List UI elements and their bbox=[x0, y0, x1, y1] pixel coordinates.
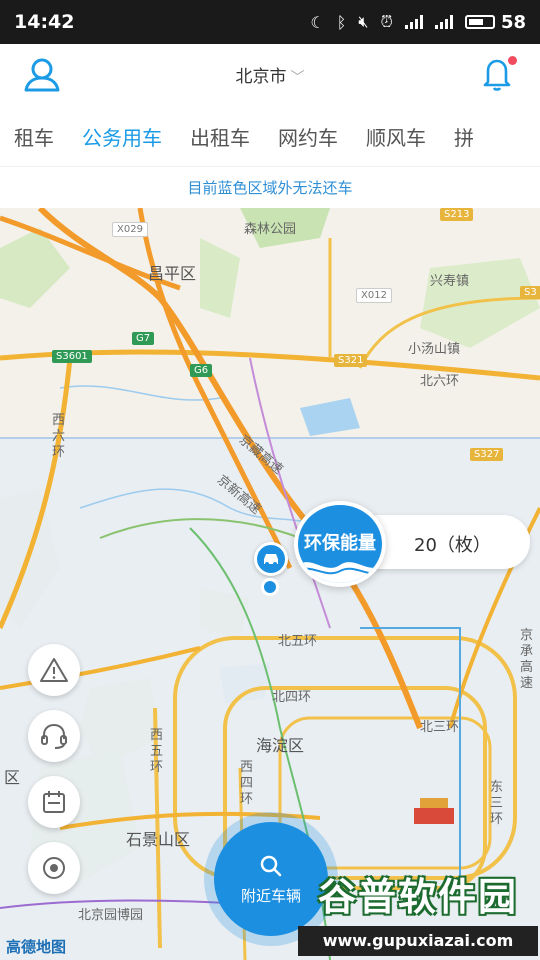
city-selector[interactable]: 北京市 ﹀ bbox=[0, 62, 540, 87]
energy-label: 环保能量 bbox=[304, 533, 376, 554]
moon-icon: ☾ bbox=[310, 12, 325, 32]
map-label-xiliuhuan: 西六环 bbox=[52, 413, 66, 460]
status-bar: 14:42 ☾ ᛒ 🔇︎ ⏰︎ 58 bbox=[0, 0, 540, 44]
map-view[interactable]: 森林公园 昌平区 兴寿镇 小汤山镇 北六环 西六环 京藏高速 京新高速 北五环 … bbox=[0, 208, 540, 960]
car-marker[interactable] bbox=[254, 542, 288, 576]
watermark-title: 谷普软件园 bbox=[317, 875, 518, 919]
wave-icon bbox=[298, 562, 382, 583]
app-header: 北京市 ﹀ bbox=[0, 44, 540, 104]
map-label-beisihuan: 北四环 bbox=[272, 690, 312, 705]
map-label-changping: 昌平区 bbox=[148, 264, 197, 283]
battery-level: 58 bbox=[500, 11, 526, 33]
car-icon bbox=[264, 554, 278, 566]
mute-icon: 🔇︎ bbox=[358, 12, 369, 31]
map-label-haidian: 海淀区 bbox=[256, 736, 305, 755]
battery-icon bbox=[464, 15, 495, 29]
notification-button[interactable] bbox=[480, 56, 517, 92]
map-label-xiwuhuan: 西五环 bbox=[150, 728, 164, 775]
warning-icon bbox=[40, 658, 68, 682]
map-label-district-fragment: 区 bbox=[4, 768, 21, 787]
tab-rental[interactable]: 租车 bbox=[0, 122, 68, 151]
return-area-notice: 目前蓝色区域外无法还车 bbox=[0, 166, 540, 208]
schedule-button[interactable] bbox=[28, 776, 80, 828]
map-label-shijingshan: 石景山区 bbox=[126, 830, 191, 849]
map-label-xiaotangshan: 小汤山镇 bbox=[408, 342, 461, 357]
map-label-forest-park: 森林公园 bbox=[244, 222, 297, 237]
road-badge-s213: S213 bbox=[440, 208, 474, 221]
notification-badge bbox=[508, 56, 517, 65]
map-label-beisanhuan: 北三环 bbox=[420, 720, 460, 735]
signal-icon bbox=[434, 15, 453, 29]
road-badge-s327: S327 bbox=[470, 448, 504, 461]
energy-badge[interactable]: 环保能量 bbox=[294, 501, 386, 587]
bluetooth-icon: ᛒ bbox=[336, 12, 347, 32]
energy-value: 20（枚） bbox=[414, 535, 491, 556]
road-badge-s321: S321 bbox=[334, 354, 368, 367]
alarm-icon: ⏰︎ bbox=[380, 12, 393, 31]
tab-shared-ride[interactable]: 拼 bbox=[440, 122, 488, 151]
tab-carpool[interactable]: 顺风车 bbox=[352, 122, 440, 151]
map-label-jingcheng: 京承高速 bbox=[520, 628, 534, 691]
watermark: 谷普软件园 www.gupuxiazai.com bbox=[298, 870, 538, 958]
map-label-beiwuhuan: 北五环 bbox=[278, 634, 318, 649]
status-time: 14:42 bbox=[14, 11, 75, 33]
chevron-down-icon: ﹀ bbox=[290, 70, 305, 86]
status-icons: ☾ ᛒ 🔇︎ ⏰︎ 58 bbox=[310, 12, 526, 33]
calendar-icon bbox=[43, 791, 65, 813]
watermark-url: www.gupuxiazai.com bbox=[298, 926, 538, 956]
nearby-cars-label: 附近车辆 bbox=[240, 886, 301, 905]
city-name: 北京市 bbox=[235, 67, 287, 87]
map-label-xisihuan: 西四环 bbox=[240, 760, 254, 807]
eye-icon bbox=[43, 857, 65, 879]
tab-official-car[interactable]: 公务用车 bbox=[68, 122, 176, 151]
amap-logo: 高德地图 bbox=[6, 938, 67, 956]
road-badge-s3601: S3601 bbox=[52, 350, 92, 363]
road-badge-x012: X012 bbox=[356, 288, 392, 303]
customer-service-button[interactable] bbox=[28, 710, 80, 762]
report-button[interactable] bbox=[28, 644, 80, 696]
view-toggle-button[interactable] bbox=[28, 842, 80, 894]
map-label-dongsanhuan: 东三环 bbox=[490, 780, 504, 827]
map-label-xingshou: 兴寿镇 bbox=[430, 274, 470, 289]
road-badge-s3: S3 bbox=[520, 286, 540, 299]
road-badge-g6: G6 bbox=[190, 364, 213, 377]
map-label-yuanboyuan: 北京园博园 bbox=[78, 908, 144, 923]
current-location-dot bbox=[261, 578, 279, 596]
tab-taxi[interactable]: 出租车 bbox=[176, 122, 264, 151]
service-tabs: 租车 公务用车 出租车 网约车 顺风车 拼 bbox=[0, 106, 540, 166]
road-badge-x029: X029 bbox=[112, 222, 148, 237]
search-icon bbox=[260, 855, 282, 876]
tab-ride-hailing[interactable]: 网约车 bbox=[264, 122, 352, 151]
headset-icon bbox=[41, 723, 67, 749]
map-label-beiliuhuan: 北六环 bbox=[420, 374, 460, 389]
battery-indicator: 58 bbox=[464, 11, 526, 33]
road-badge-g7: G7 bbox=[132, 332, 155, 345]
signal-icon bbox=[404, 15, 423, 29]
